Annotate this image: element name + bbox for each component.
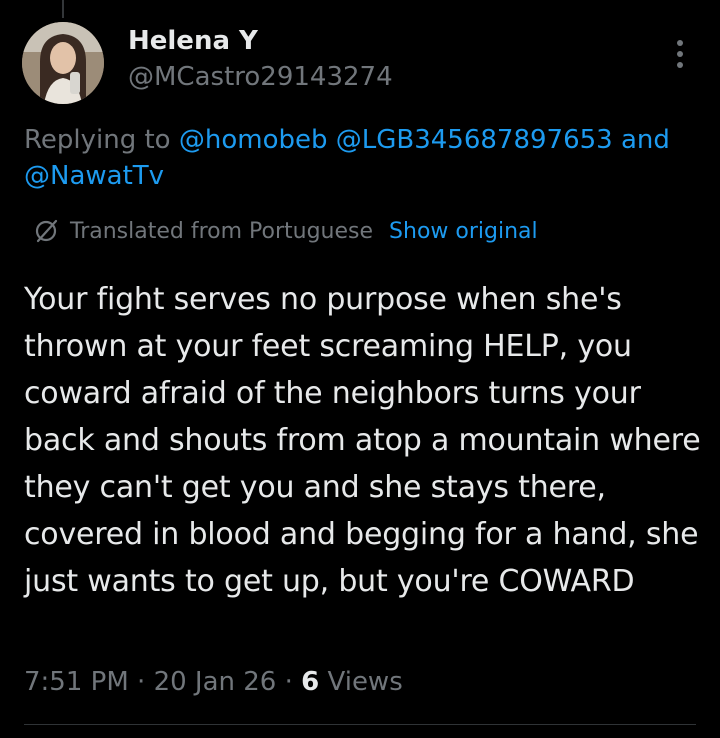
meta-separator: · [284,667,293,697]
views-count[interactable]: 6 [301,667,319,697]
translation-label: Translated from Portuguese [70,218,374,244]
display-name[interactable]: Helena Y [128,24,258,58]
show-original-link[interactable]: Show original [389,219,538,244]
globe-icon [35,219,58,243]
mention-link[interactable]: @LGB345687897653 [336,125,613,155]
tweet-date[interactable]: 20 Jan 26 [154,667,277,697]
tweet-text: Your fight serves no purpose when she's … [24,282,701,599]
user-handle[interactable]: @MCastro29143274 [128,60,393,94]
avatar[interactable] [22,22,104,104]
more-vertical-icon [677,40,683,68]
mention-joiner: and [621,125,670,155]
replying-to: Replying to @homobeb @LGB345687897653 an… [24,122,714,194]
mention-link[interactable]: @NawatTv [24,161,164,191]
translation-row: Translated from Portuguese Show original [32,214,538,248]
thread-connector-line [62,0,64,18]
views-label: Views [327,667,403,697]
profile-photo-icon [22,22,104,104]
tweet-time[interactable]: 7:51 PM [24,667,129,697]
meta-separator: · [137,667,146,697]
replying-to-prefix: Replying to [24,125,171,155]
divider [24,724,696,725]
more-options-button[interactable] [664,34,696,74]
mention-link[interactable]: @homobeb [179,125,328,155]
tweet-meta: 7:51 PM · 20 Jan 26 · 6 Views [24,662,403,702]
